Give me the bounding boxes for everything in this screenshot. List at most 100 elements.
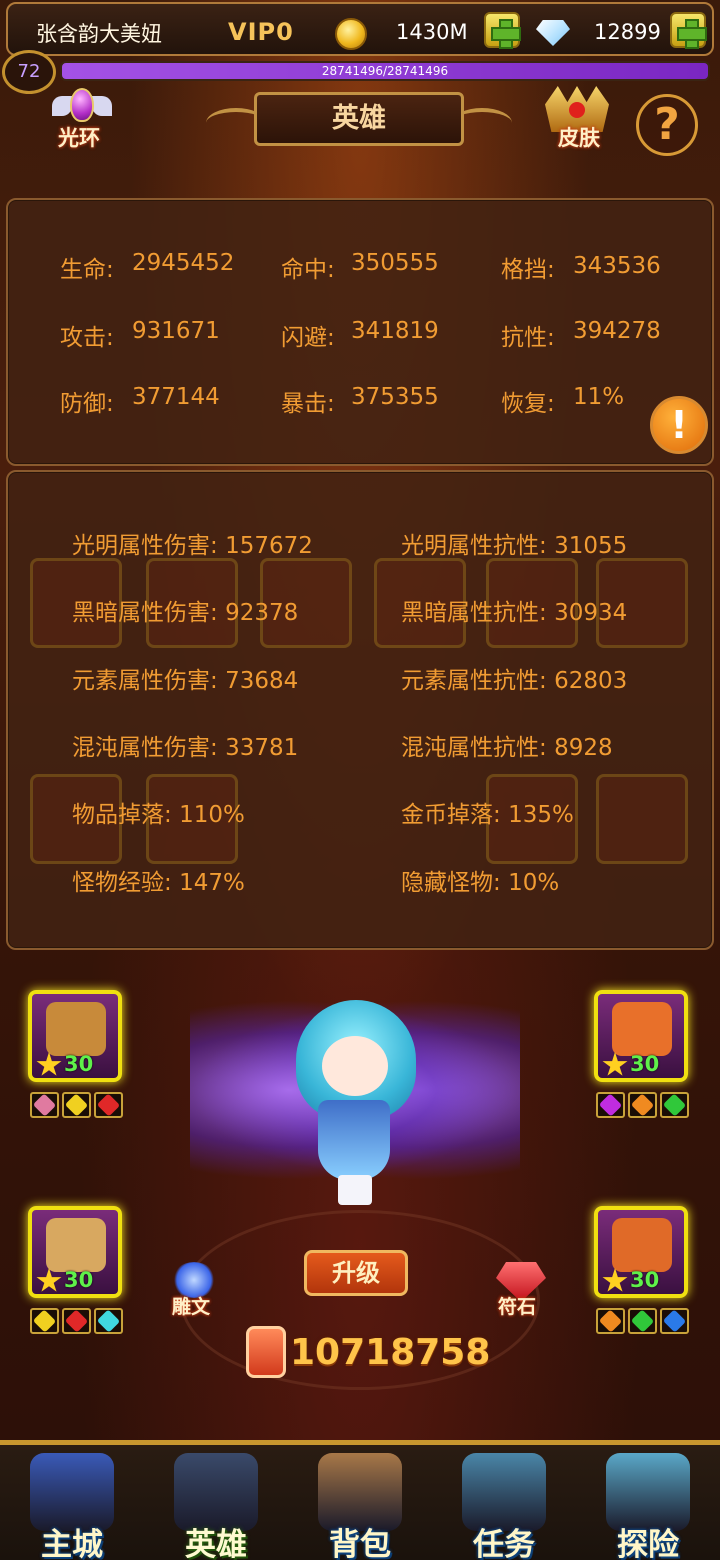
- element-stat: 黑暗属性伤害: 92378: [72, 593, 298, 627]
- halo-left-wing-icon: [52, 96, 72, 116]
- exp-bar: 28741496/28741496: [60, 61, 710, 81]
- stat-label: 抗性:: [501, 325, 555, 351]
- equipment-level: 30: [64, 1268, 94, 1292]
- halo-right-wing-icon: [92, 96, 112, 116]
- hero-legs: [338, 1175, 372, 1205]
- element-stat-value: 147%: [179, 870, 245, 896]
- stat-label: 闪避:: [281, 325, 335, 351]
- nav-item-2[interactable]: 背包: [288, 1445, 432, 1560]
- stat-label: 格挡:: [501, 257, 555, 283]
- stat-label: 恢复:: [501, 391, 555, 417]
- stat-value: 343536: [573, 253, 661, 279]
- stat-value: 2945452: [132, 250, 235, 276]
- stat-label: 防御:: [60, 391, 114, 417]
- stat-label: 暴击:: [281, 391, 335, 417]
- element-stat-label: 黑暗属性伤害:: [72, 600, 218, 626]
- add-diamond-button[interactable]: [670, 12, 707, 49]
- equipment-level: 30: [64, 1052, 94, 1076]
- stat-value: 375355: [351, 384, 439, 410]
- gold-amount: 1430M: [396, 20, 468, 44]
- skin-label: 皮肤: [558, 126, 600, 150]
- fox-icon: [612, 1218, 672, 1272]
- element-stat-label: 光明属性抗性:: [401, 533, 547, 559]
- diamond-amount: 12899: [594, 20, 661, 44]
- orange-gem-icon[interactable]: [628, 1092, 657, 1118]
- element-stat: 混沌属性抗性: 8928: [401, 728, 613, 762]
- upgrade-button[interactable]: 升级: [304, 1250, 408, 1296]
- add-gold-button[interactable]: [484, 12, 521, 49]
- halo-gem-icon: [70, 88, 94, 122]
- equipment-slot-wings[interactable]: 30: [28, 1206, 122, 1298]
- element-stat: 隐藏怪物: 10%: [401, 863, 559, 897]
- equipment-slot-fox[interactable]: 30: [594, 1206, 688, 1298]
- equipment-slot-shield[interactable]: 30: [28, 990, 122, 1082]
- red-gem-icon[interactable]: [94, 1092, 123, 1118]
- element-stat: 光明属性抗性: 31055: [401, 526, 627, 560]
- element-stat-label: 物品掉落:: [72, 802, 172, 828]
- cyan-gem-icon[interactable]: [94, 1308, 123, 1334]
- nav-item-3[interactable]: 任务: [432, 1445, 576, 1560]
- green-gem-icon[interactable]: [660, 1092, 689, 1118]
- element-stat-value: 135%: [508, 802, 574, 828]
- element-stat-value: 8928: [554, 735, 613, 761]
- element-stat: 混沌属性伤害: 33781: [72, 728, 298, 762]
- nav-item-0[interactable]: 主城: [0, 1445, 144, 1560]
- blue-gem-icon[interactable]: [660, 1308, 689, 1334]
- element-stat-value: 33781: [225, 735, 299, 761]
- element-stat-label: 怪物经验:: [72, 870, 172, 896]
- purple-gem-icon[interactable]: [596, 1092, 625, 1118]
- top-status-bar: 张含韵大美妞 VIP0 1430M 12899: [6, 2, 714, 56]
- stat-label: 命中:: [281, 257, 335, 283]
- element-stat: 金币掉落: 135%: [401, 795, 574, 829]
- nav-label: 探险: [617, 1527, 679, 1560]
- yellow-gem-icon[interactable]: [62, 1092, 91, 1118]
- green-gem-icon[interactable]: [628, 1308, 657, 1334]
- element-stat-value: 157672: [225, 533, 313, 559]
- ghost-slot: [596, 774, 688, 864]
- element-stat-label: 混沌属性伤害:: [72, 735, 218, 761]
- element-stat-label: 黑暗属性抗性:: [401, 600, 547, 626]
- help-button[interactable]: ?: [636, 94, 698, 156]
- stat-value: 11%: [573, 384, 625, 410]
- element-stat-label: 隐藏怪物:: [401, 870, 501, 896]
- red-gem-icon[interactable]: [62, 1308, 91, 1334]
- nav-item-4[interactable]: 探险: [576, 1445, 720, 1560]
- orange-gem-icon[interactable]: [596, 1308, 625, 1334]
- nav-label: 主城: [41, 1527, 103, 1560]
- element-stat: 光明属性伤害: 157672: [72, 526, 313, 560]
- vip-level[interactable]: VIP0: [228, 18, 294, 46]
- element-stat-label: 金币掉落:: [401, 802, 501, 828]
- element-stat-value: 92378: [225, 600, 299, 626]
- element-stat-value: 10%: [508, 870, 560, 896]
- stat-value: 377144: [132, 384, 220, 410]
- gem-sockets: [30, 1092, 123, 1118]
- halo-label: 光环: [58, 126, 100, 150]
- nav-label: 背包: [329, 1527, 391, 1560]
- nav-item-1[interactable]: 英雄: [144, 1445, 288, 1560]
- stats-info-button[interactable]: !: [650, 396, 708, 454]
- element-stat-label: 混沌属性抗性:: [401, 735, 547, 761]
- nav-label: 英雄: [185, 1527, 247, 1560]
- page-title: 英雄: [254, 92, 464, 146]
- crown-icon: [612, 1002, 672, 1056]
- element-stat-label: 光明属性伤害:: [72, 533, 218, 559]
- element-stat: 元素属性伤害: 73684: [72, 661, 298, 695]
- element-stat: 元素属性抗性: 62803: [401, 661, 627, 695]
- element-stat-label: 元素属性伤害:: [72, 668, 218, 694]
- element-stat: 黑暗属性抗性: 30934: [401, 593, 627, 627]
- stat-value: 394278: [573, 318, 661, 344]
- yellow-gem-icon[interactable]: [30, 1308, 59, 1334]
- equipment-level: 30: [630, 1052, 660, 1076]
- stat-label: 攻击:: [60, 325, 114, 351]
- stat-value: 341819: [351, 318, 439, 344]
- element-stat: 怪物经验: 147%: [72, 863, 245, 897]
- rune-label[interactable]: 雕文: [172, 1292, 210, 1319]
- element-stat-value: 31055: [554, 533, 628, 559]
- gem-sockets: [30, 1308, 123, 1334]
- hero-body: [318, 1100, 390, 1180]
- shield-icon: [46, 1002, 106, 1056]
- rune-stone-label[interactable]: 符石: [498, 1292, 536, 1319]
- equipment-slot-crown[interactable]: 30: [594, 990, 688, 1082]
- gold-coin-icon: [335, 18, 367, 50]
- pink-gem-icon[interactable]: [30, 1092, 59, 1118]
